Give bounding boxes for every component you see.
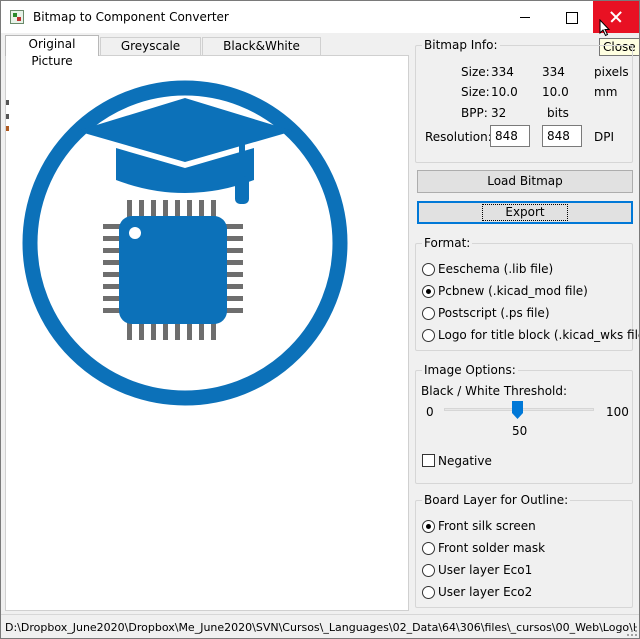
- app-window: Bitmap to Component Converter Close Orig…: [0, 0, 640, 639]
- chip-pin: [103, 272, 121, 277]
- chip-pin: [103, 284, 121, 289]
- bitmap-preview: [22, 80, 348, 406]
- threshold-max: 100: [606, 405, 629, 419]
- cap-tassel: [235, 176, 249, 204]
- negative-label: Negative: [438, 454, 492, 468]
- negative-checkbox[interactable]: [422, 454, 435, 467]
- format-title: Format:: [422, 236, 473, 250]
- radio-circle: [422, 542, 435, 555]
- chip-pin: [187, 200, 192, 218]
- chip-pin: [225, 272, 243, 277]
- threshold-min: 0: [426, 405, 434, 419]
- tab-black-white-picture[interactable]: Black&White Picture: [202, 37, 321, 70]
- chip-pin: [199, 200, 204, 218]
- chip-pin: [103, 224, 121, 229]
- threshold-slider-thumb[interactable]: [512, 401, 523, 419]
- radio-eeschema-label: Eeschema (.lib file): [438, 262, 554, 276]
- chip-pin: [151, 200, 156, 218]
- tab-greyscale-picture[interactable]: Greyscale Picture: [100, 37, 201, 70]
- radio-circle: [422, 285, 435, 298]
- radio-circle: [422, 329, 435, 342]
- chip-pin1-dot: [129, 227, 141, 239]
- chip-pin: [225, 260, 243, 265]
- size-mm-label: Size:: [461, 85, 490, 99]
- chip-pin: [211, 322, 216, 340]
- load-bitmap-button[interactable]: Load Bitmap: [417, 170, 633, 193]
- chip-pin: [103, 236, 121, 241]
- minimize-button[interactable]: [502, 1, 548, 33]
- chip-pin: [225, 236, 243, 241]
- export-button[interactable]: Export: [417, 201, 633, 224]
- window-title: Bitmap to Component Converter: [33, 10, 229, 24]
- size-mm-unit: mm: [594, 85, 618, 99]
- bpp-label: BPP:: [461, 106, 488, 120]
- resolution-y-input[interactable]: 848: [542, 125, 582, 147]
- radio-eco2-label: User layer Eco2: [438, 585, 533, 599]
- chip-pin: [175, 200, 180, 218]
- chip-pin: [127, 200, 132, 218]
- chip-pin: [103, 308, 121, 313]
- radio-front-mask-label: Front solder mask: [438, 541, 546, 555]
- radio-title-block-logo-label: Logo for title block (.kicad_wks file): [438, 328, 640, 342]
- size-px-height: 334: [542, 65, 565, 79]
- radio-circle: [422, 307, 435, 320]
- chip-pin: [225, 248, 243, 253]
- chip-pin: [127, 322, 132, 340]
- chip-pin: [163, 322, 168, 340]
- bpp-unit: bits: [547, 106, 569, 120]
- chip-pin: [187, 322, 192, 340]
- chip-pin: [199, 322, 204, 340]
- picture-panel[interactable]: [5, 55, 409, 611]
- board-layer-title: Board Layer for Outline:: [422, 493, 571, 507]
- chip-pin: [211, 200, 216, 218]
- chip-pin: [175, 322, 180, 340]
- chip-pin: [103, 296, 121, 301]
- size-label: Size:: [461, 65, 490, 79]
- chip-pin: [225, 224, 243, 229]
- radio-circle: [422, 263, 435, 276]
- bitmap-converter-icon: [10, 10, 24, 24]
- radio-circle: [422, 586, 435, 599]
- resolution-label: Resolution:: [425, 130, 492, 144]
- radio-circle: [422, 520, 435, 533]
- chip-pin: [103, 248, 121, 253]
- radio-eco1-label: User layer Eco1: [438, 563, 533, 577]
- chip-pin: [163, 200, 168, 218]
- size-px-width: 334: [491, 65, 514, 79]
- radio-postscript-label: Postscript (.ps file): [438, 306, 550, 320]
- chip-pin: [151, 322, 156, 340]
- status-bar: D:\Dropbox_June2020\Dropbox\Me_June2020\…: [1, 614, 639, 638]
- size-px-unit: pixels: [594, 65, 629, 79]
- threshold-label: Black / White Threshold:: [421, 384, 568, 398]
- title-bar[interactable]: Bitmap to Component Converter: [1, 1, 639, 33]
- resolution-unit: DPI: [594, 130, 615, 144]
- threshold-value: 50: [512, 424, 528, 438]
- bitmap-info-title: Bitmap Info:: [422, 38, 500, 52]
- status-file-path: D:\Dropbox_June2020\Dropbox\Me_June2020\…: [5, 621, 636, 634]
- chip-pin: [139, 322, 144, 340]
- size-mm-height: 10.0: [542, 85, 569, 99]
- size-mm-width: 10.0: [491, 85, 518, 99]
- bpp-value: 32: [491, 106, 507, 120]
- chip-pin: [225, 284, 243, 289]
- radio-circle: [422, 564, 435, 577]
- chip-pin: [225, 296, 243, 301]
- tab-original-picture[interactable]: Original Picture: [5, 35, 99, 68]
- radio-front-silk-label: Front silk screen: [438, 519, 536, 533]
- export-button-label: Export: [482, 204, 568, 221]
- radio-pcbnew-label: Pcbnew (.kicad_mod file): [438, 284, 588, 298]
- chip-pin: [225, 308, 243, 313]
- chip-pin: [139, 200, 144, 218]
- chip-pin: [103, 260, 121, 265]
- resize-grip-icon[interactable]: [627, 626, 637, 636]
- image-options-title: Image Options:: [422, 363, 518, 377]
- maximize-button[interactable]: [548, 1, 594, 33]
- resolution-x-input[interactable]: 848: [490, 125, 530, 147]
